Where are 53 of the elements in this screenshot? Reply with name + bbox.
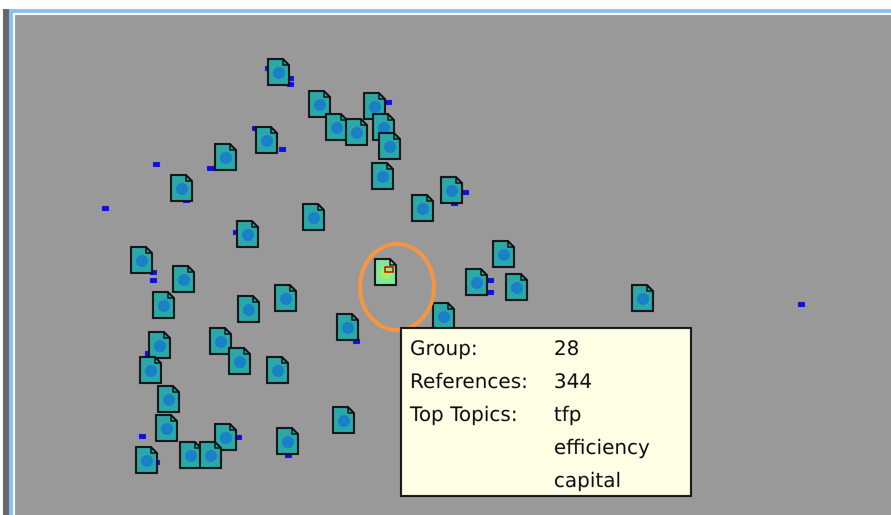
point-marker <box>279 147 286 152</box>
tooltip-value: 28 <box>554 335 580 362</box>
document-icon[interactable] <box>505 273 528 301</box>
document-icon[interactable] <box>148 331 171 359</box>
document-icon[interactable] <box>236 220 259 248</box>
document-icon[interactable] <box>152 291 175 319</box>
document-icon[interactable] <box>155 414 178 442</box>
point-marker <box>102 206 109 211</box>
tooltip-value: efficiency <box>554 434 651 461</box>
document-icon[interactable] <box>276 427 299 455</box>
document-icon[interactable] <box>199 441 222 469</box>
point-marker <box>153 162 160 167</box>
document-icon[interactable] <box>266 356 289 384</box>
document-icon[interactable] <box>214 143 237 171</box>
document-icon[interactable] <box>440 176 463 204</box>
document-icon[interactable] <box>336 313 359 341</box>
document-icon[interactable] <box>492 240 515 268</box>
document-icon[interactable] <box>157 385 180 413</box>
document-icon[interactable] <box>209 327 232 355</box>
tooltip-value: tfp <box>554 401 582 428</box>
tooltip-label: References: <box>410 368 528 395</box>
document-icon[interactable] <box>255 126 278 154</box>
document-icon[interactable] <box>170 174 193 202</box>
document-icon[interactable] <box>332 406 355 434</box>
document-icon[interactable] <box>237 295 260 323</box>
point-marker <box>207 166 214 171</box>
document-icon[interactable] <box>631 284 654 312</box>
point-marker <box>798 302 805 307</box>
point-marker <box>139 434 146 439</box>
document-icon[interactable] <box>308 90 331 118</box>
document-icon[interactable] <box>228 347 251 375</box>
document-icon[interactable] <box>345 118 368 146</box>
document-icon[interactable] <box>172 265 195 293</box>
point-marker <box>150 278 157 283</box>
document-icon[interactable] <box>302 203 325 231</box>
document-icon[interactable] <box>411 194 434 222</box>
tooltip-value: capital <box>554 467 622 494</box>
document-icon[interactable] <box>267 58 290 86</box>
document-icon[interactable] <box>371 162 394 190</box>
document-icon[interactable] <box>325 113 348 141</box>
document-icon[interactable] <box>465 268 488 296</box>
document-icon[interactable] <box>374 258 397 286</box>
tooltip-label: Top Topics: <box>410 401 519 428</box>
tooltip-label: Group: <box>410 335 479 362</box>
document-icon[interactable] <box>274 284 297 312</box>
document-icon[interactable] <box>130 246 153 274</box>
document-icon[interactable] <box>378 132 401 160</box>
tooltip-value: 344 <box>554 368 594 395</box>
document-icon[interactable] <box>214 423 237 451</box>
document-icon[interactable] <box>135 446 158 474</box>
document-icon[interactable] <box>432 302 455 330</box>
document-icon[interactable] <box>179 441 202 469</box>
document-icon[interactable] <box>139 356 162 384</box>
